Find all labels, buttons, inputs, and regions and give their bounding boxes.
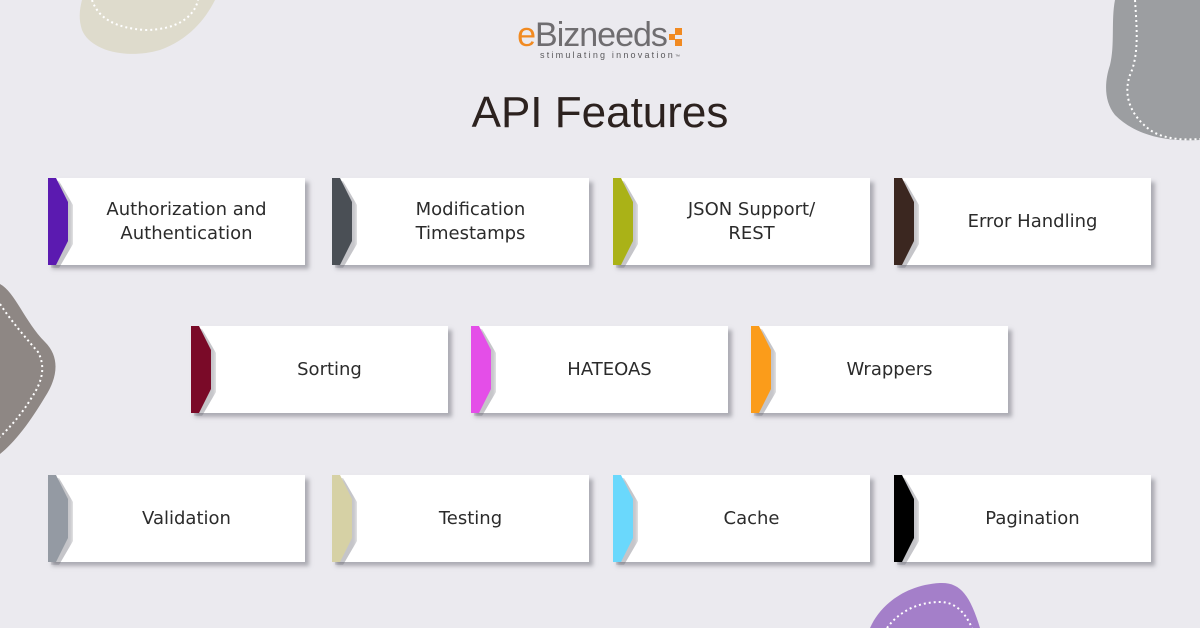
feature-label: Sorting: [297, 358, 362, 380]
feature-card-hateoas: HATEOAS: [471, 326, 728, 416]
blob-purple-shape: [870, 582, 980, 628]
feature-label: Validation: [142, 507, 231, 529]
decorative-blob-taupe: [0, 284, 56, 454]
feature-card-authorization: Authorization and Authentication: [48, 178, 305, 268]
blob-taupe-shape: [0, 284, 56, 454]
trademark: ™: [674, 54, 680, 60]
decorative-blob-purple: [870, 582, 980, 628]
feature-card-validation: Validation: [48, 475, 305, 565]
logo-name: Bizneeds: [535, 16, 668, 54]
feature-card-sorting: Sorting: [191, 326, 448, 416]
feature-card-wrappers: Wrappers: [751, 326, 1008, 416]
feature-card-pagination: Pagination: [894, 475, 1151, 565]
feature-label: Wrappers: [846, 358, 933, 380]
feature-label: JSON Support/ REST: [687, 198, 816, 244]
feature-card-testing: Testing: [332, 475, 589, 565]
feature-card-cache: Cache: [613, 475, 870, 565]
feature-label: HATEOAS: [567, 358, 652, 380]
feature-label: Authorization and Authentication: [106, 198, 267, 244]
brand-logo: eBizneeds stimulating innovation™: [0, 18, 1200, 60]
feature-card-error-handling: Error Handling: [894, 178, 1151, 268]
logo-wordmark: eBizneeds: [517, 18, 683, 52]
feature-card-json: JSON Support/ REST: [613, 178, 870, 268]
feature-label: Modification Timestamps: [415, 198, 526, 244]
feature-label: Testing: [438, 507, 503, 529]
feature-card-timestamps: Modification Timestamps: [332, 178, 589, 268]
feature-label: Pagination: [985, 507, 1080, 529]
logo-squares-icon: [668, 28, 683, 47]
logo-e: e: [517, 16, 536, 54]
feature-label: Cache: [723, 507, 780, 529]
page-title: API Features: [471, 88, 729, 137]
feature-label: Error Handling: [967, 210, 1098, 232]
